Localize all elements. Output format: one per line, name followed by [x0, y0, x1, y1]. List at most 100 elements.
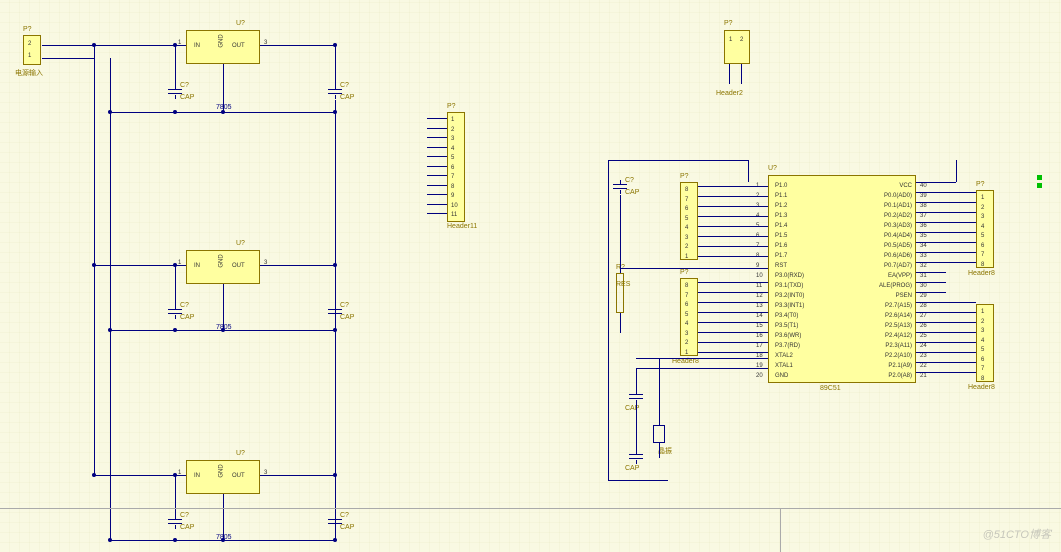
mcu-lname-10: P3.0(RXD): [775, 272, 804, 280]
h11-pin-11: 11: [451, 211, 457, 219]
res-part: RES: [616, 281, 630, 288]
h11-pin-6: 6: [451, 164, 454, 172]
h8p0-ref: P?: [976, 181, 985, 188]
reg3-out: OUT: [232, 472, 245, 480]
mcu-rnum-36: 36: [920, 222, 927, 230]
mcu-rname-35: P0.4(AD4): [856, 232, 912, 240]
header8-p1[interactable]: [680, 182, 698, 260]
resistor[interactable]: [616, 273, 624, 313]
cap3-part: CAP: [180, 314, 194, 321]
mcu-lname-12: P3.2(INT0): [775, 292, 804, 300]
mcu-rname-29: PSEN: [856, 292, 912, 300]
mcu-rname-36: P0.3(AD3): [856, 222, 912, 230]
mcu-rnum-25: 25: [920, 332, 927, 340]
selection-handle[interactable]: [1037, 183, 1042, 188]
cap6-part: CAP: [340, 524, 354, 531]
mcu-lname-9: RST: [775, 262, 787, 270]
mcu-rname-27: P2.6(A14): [856, 312, 912, 320]
h2-p1: 1: [729, 36, 732, 44]
schematic-canvas[interactable]: P? 2 1 电源输入 U? IN GND OUT 1 3 7805 C? CA…: [0, 0, 1061, 552]
mcu-rname-26: P2.5(A13): [856, 322, 912, 330]
mcu-rname-24: P2.3(A11): [856, 342, 912, 350]
capm3-part: CAP: [625, 465, 639, 472]
h2-p2: 2: [740, 36, 743, 44]
mcu-rnum-37: 37: [920, 212, 927, 220]
mcu-lnum-15: 15: [756, 322, 763, 330]
mcu-lname-3: P1.2: [775, 202, 787, 210]
h11-pin-4: 4: [451, 145, 454, 153]
xtal-part: 晶振: [658, 446, 672, 456]
h8p0-part: Header8: [968, 270, 995, 277]
h2-part: Header2: [716, 90, 743, 97]
reg3-ref: U?: [236, 450, 245, 457]
cap2-ref: C?: [340, 82, 349, 89]
reg2-out: OUT: [232, 262, 245, 270]
reg2-ref: U?: [236, 240, 245, 247]
h11-pin-2: 2: [451, 126, 454, 134]
reg3-in: IN: [194, 472, 200, 480]
h11-pin-3: 3: [451, 135, 454, 143]
mcu-lnum-16: 16: [756, 332, 763, 340]
mcu-rnum-35: 35: [920, 232, 927, 240]
mcu-rname-28: P2.7(A15): [856, 302, 912, 310]
cap4-ref: C?: [340, 302, 349, 309]
mcu-rname-38: P0.1(AD1): [856, 202, 912, 210]
power-pin2: 2: [28, 40, 31, 48]
cap5-ref: C?: [180, 512, 189, 519]
mcu-lnum-17: 17: [756, 342, 763, 350]
cap3-ref: C?: [180, 302, 189, 309]
capm2-part: CAP: [625, 405, 639, 412]
reg2-gnd: GND: [218, 254, 226, 267]
mcu-lname-7: P1.6: [775, 242, 787, 250]
reg1-ref: U?: [236, 20, 245, 27]
mcu-lname-16: P3.6(WR): [775, 332, 801, 340]
reg2-in: IN: [194, 262, 200, 270]
cap1-part: CAP: [180, 94, 194, 101]
mcu-part: 89C51: [820, 385, 841, 392]
mcu-lname-8: P1.7: [775, 252, 787, 260]
mcu-rname-25: P2.4(A12): [856, 332, 912, 340]
reg1-out: OUT: [232, 42, 245, 50]
mcu-rname-33: P0.6(AD6): [856, 252, 912, 260]
mcu-ref: U?: [768, 165, 777, 172]
h11-pin-8: 8: [451, 183, 454, 191]
h8p1-ref: P?: [680, 173, 689, 180]
capm1-ref: C?: [625, 177, 634, 184]
header8-p0[interactable]: [976, 190, 994, 268]
mcu-rname-31: EA(VPP): [856, 272, 912, 280]
h8p3-ref: P?: [680, 269, 689, 276]
mcu-rname-30: ALE(PROG): [856, 282, 912, 290]
mcu-rnum-39: 39: [920, 192, 927, 200]
h11-pin-10: 10: [451, 202, 458, 210]
capm1-part: CAP: [625, 189, 639, 196]
mcu-lname-5: P1.4: [775, 222, 787, 230]
mcu-lnum-11: 11: [756, 282, 762, 290]
power-connector[interactable]: [23, 35, 41, 65]
header8-p2[interactable]: [976, 304, 994, 382]
mcu-lnum-20: 20: [756, 372, 763, 380]
h11-pin-9: 9: [451, 192, 454, 200]
reg1-in: IN: [194, 42, 200, 50]
h11-pin-5: 5: [451, 154, 454, 162]
mcu-lnum-10: 10: [756, 272, 763, 280]
mcu-rnum-29: 29: [920, 292, 927, 300]
h11-pin-1: 1: [451, 116, 454, 124]
h8p2-part: Header8: [968, 384, 995, 391]
mcu-lnum-12: 12: [756, 292, 763, 300]
header2[interactable]: [724, 30, 750, 64]
mcu-rname-40: VCC: [856, 182, 912, 190]
header8-p3[interactable]: [680, 278, 698, 356]
h2-ref: P?: [724, 20, 733, 27]
selection-handle[interactable]: [1037, 175, 1042, 180]
mcu-rname-32: P0.7(AD7): [856, 262, 912, 270]
crystal[interactable]: [653, 425, 665, 443]
cap5-part: CAP: [180, 524, 194, 531]
power-label: 电源输入: [15, 68, 43, 78]
mcu-rnum-28: 28: [920, 302, 927, 310]
mcu-rnum-30: 30: [920, 282, 927, 290]
mcu-lname-19: XTAL1: [775, 362, 793, 370]
mcu-rname-37: P0.2(AD2): [856, 212, 912, 220]
mcu-lname-13: P3.3(INT1): [775, 302, 804, 310]
mcu-lname-15: P3.5(T1): [775, 322, 798, 330]
mcu-lname-11: P3.1(TXD): [775, 282, 803, 290]
